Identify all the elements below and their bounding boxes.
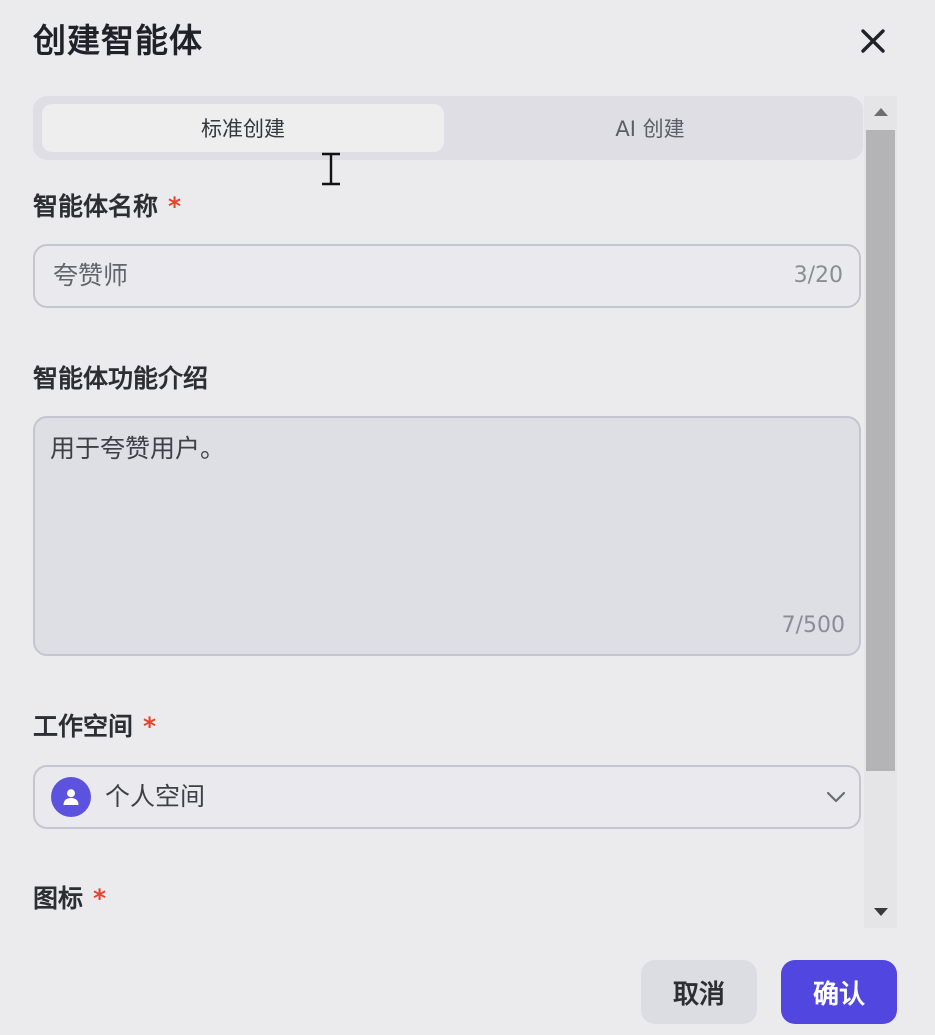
tab-ai-create[interactable]: AI 创建 — [449, 104, 851, 152]
agent-description-textarea[interactable]: 用于夸赞用户。 7/500 — [33, 416, 861, 656]
scrollbar-thumb[interactable] — [866, 130, 895, 771]
agent-name-value: 夸赞师 — [53, 261, 129, 290]
agent-description-counter: 7/500 — [781, 613, 845, 638]
triangle-up-icon — [873, 108, 888, 116]
agent-description-value: 用于夸赞用户。 — [50, 434, 226, 463]
close-button[interactable] — [852, 20, 894, 62]
form-scroll-area: 标准创建 AI 创建 智能体名称 * 夸赞师 3/20 智能体功能介绍 用于夸赞用… — [0, 96, 935, 928]
close-icon — [861, 29, 885, 53]
confirm-button[interactable]: 确认 — [781, 960, 897, 1024]
cancel-button[interactable]: 取消 — [641, 960, 757, 1024]
required-mark: * — [168, 192, 182, 221]
scroll-down-arrow[interactable] — [864, 896, 897, 928]
scroll-up-arrow[interactable] — [864, 96, 897, 128]
agent-description-label-text: 智能体功能介绍 — [33, 364, 209, 393]
dialog-title: 创建智能体 — [33, 21, 203, 60]
agent-name-label: 智能体名称 * — [33, 190, 181, 224]
text-cursor-icon — [320, 152, 342, 190]
creation-mode-tabs: 标准创建 AI 创建 — [33, 96, 863, 160]
agent-name-counter: 3/20 — [793, 263, 843, 288]
agent-name-input[interactable]: 夸赞师 3/20 — [33, 244, 861, 308]
agent-description-label: 智能体功能介绍 — [33, 362, 208, 396]
chevron-down-icon — [826, 791, 846, 803]
tab-standard-create[interactable]: 标准创建 — [42, 104, 444, 152]
required-mark: * — [143, 712, 157, 741]
workspace-label: 工作空间 * — [33, 710, 156, 744]
icon-label: 图标 * — [33, 882, 106, 916]
required-mark: * — [93, 884, 107, 913]
workspace-select[interactable]: 个人空间 — [33, 765, 861, 829]
workspace-selected-value: 个人空间 — [105, 782, 206, 811]
workspace-label-text: 工作空间 — [33, 712, 134, 741]
triangle-down-icon — [873, 908, 888, 916]
user-icon — [63, 789, 79, 805]
workspace-avatar — [51, 777, 91, 817]
agent-name-label-text: 智能体名称 — [33, 192, 159, 221]
vertical-scrollbar[interactable] — [864, 96, 897, 928]
icon-label-text: 图标 — [33, 884, 84, 913]
